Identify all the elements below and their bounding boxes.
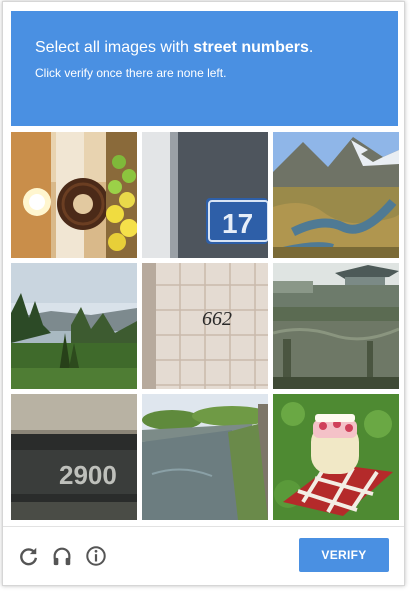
image-tile-9[interactable] — [273, 394, 399, 520]
prompt-prefix: Select all images with — [35, 39, 194, 56]
prompt-suffix: . — [308, 39, 314, 56]
challenge-instruction: Click verify once there are none left. — [35, 66, 227, 80]
tile-image-number-plate: 17 — [142, 132, 268, 258]
challenge-prompt: Select all images with street numbers. — [35, 37, 398, 59]
tile-image-forest — [11, 263, 137, 389]
plate-number: 17 — [222, 208, 253, 239]
tile-image-canal — [142, 394, 268, 520]
blurry-number: 2900 — [59, 460, 117, 490]
verify-button[interactable]: VERIFY — [299, 538, 389, 572]
image-tile-8[interactable] — [142, 394, 268, 520]
tile-image-blurry-plate: 2900 — [11, 394, 137, 520]
image-tile-4[interactable] — [11, 263, 137, 389]
image-tile-1[interactable] — [11, 132, 137, 258]
tile-image-jar — [273, 394, 399, 520]
wall-number: 662 — [202, 308, 232, 330]
tile-image-mountain — [273, 132, 399, 258]
image-grid: 17 662 2900 — [11, 132, 399, 520]
tile-image-pond — [273, 263, 399, 389]
image-tile-6[interactable] — [273, 263, 399, 389]
image-tile-2[interactable]: 17 — [142, 132, 268, 258]
tile-image-wreath — [11, 132, 137, 258]
image-tile-5[interactable]: 662 — [142, 263, 268, 389]
captcha-widget: Select all images with street numbers. C… — [2, 1, 405, 586]
image-tile-3[interactable] — [273, 132, 399, 258]
challenge-footer: VERIFY — [3, 526, 404, 587]
tile-image-wall-number: 662 — [142, 263, 268, 389]
headphones-icon[interactable] — [51, 545, 73, 567]
prompt-target: street numbers — [193, 39, 309, 56]
image-tile-7[interactable]: 2900 — [11, 394, 137, 520]
info-icon[interactable] — [85, 545, 107, 567]
challenge-header: Select all images with street numbers. C… — [11, 11, 398, 126]
reload-icon[interactable] — [17, 545, 39, 567]
